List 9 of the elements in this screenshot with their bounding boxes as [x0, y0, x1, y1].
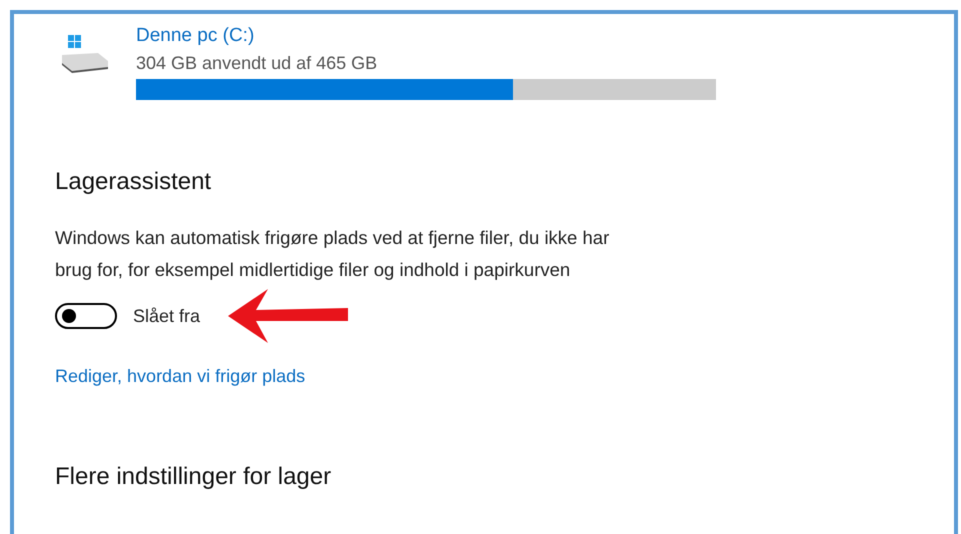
drive-usage: 304 GB anvendt ud af 465 GB: [136, 52, 378, 75]
drive-name[interactable]: Denne pc (C:): [136, 23, 716, 49]
description-text: Windows kan automatisk frigøre plads ved at fjerne filer, du ikke har brug for, for eksempel midlertidige filer og indhold i papirkurven: [55, 226, 610, 282]
toggle-switch[interactable]: [55, 303, 117, 329]
drive-icon: [60, 35, 110, 75]
section-heading: Lagerassistent: [55, 168, 212, 196]
section-heading: Flere indstillinger for lager: [55, 463, 332, 491]
toggle-label: Slået fra: [133, 306, 200, 326]
edit-link[interactable]: Rediger, hvordan vi frigør plads: [55, 366, 306, 387]
